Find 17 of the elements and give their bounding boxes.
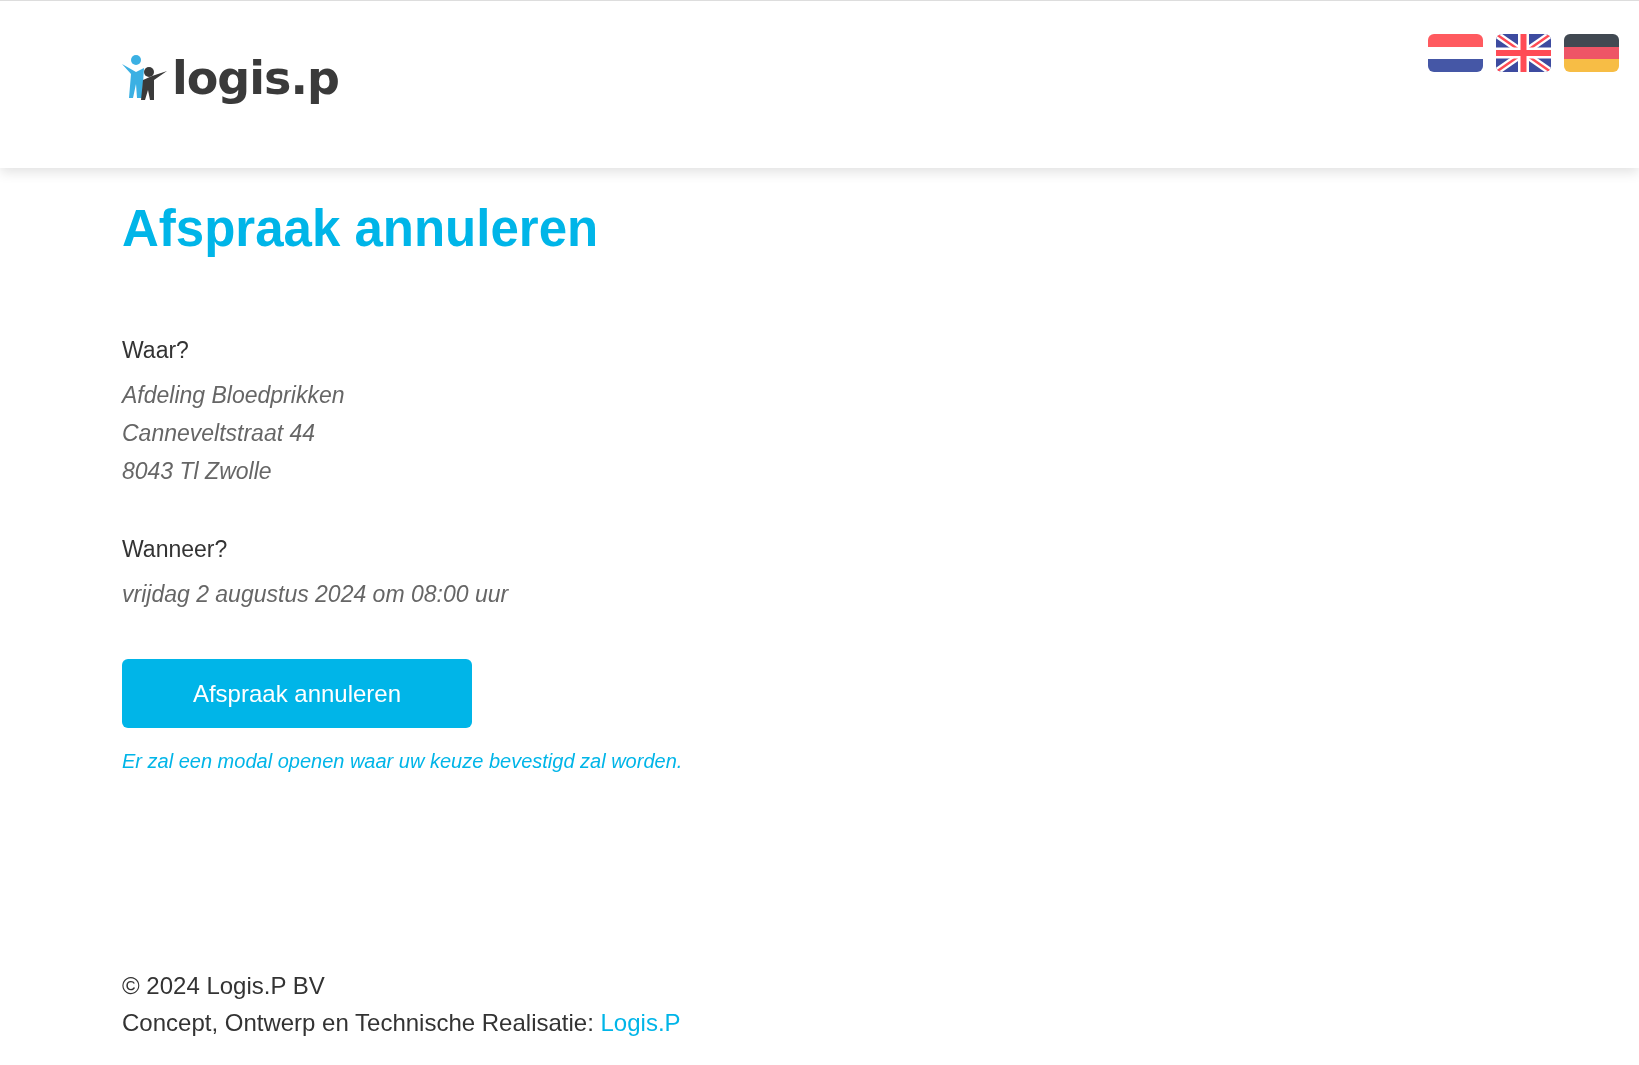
logo-figures-icon (122, 54, 168, 102)
detail-line: vrijdag 2 augustus 2024 om 08:00 uur (122, 580, 510, 610)
copyright-text: © 2024 Logis.P BV (122, 971, 326, 1001)
credit-text: Concept, Ontwerp en Technische Realisatie: (122, 1009, 594, 1036)
logo-text: logis.p (172, 51, 339, 105)
cancel-appointment-button[interactable]: Afspraak annuleren (122, 659, 472, 729)
company-link[interactable]: Logis.P (600, 1009, 681, 1036)
flag-button[interactable] (1428, 34, 1483, 72)
detail-line: Afdeling Bloedprikken (122, 381, 346, 411)
section-label: Wanneer? (122, 536, 229, 564)
flag-button[interactable] (1564, 34, 1619, 72)
page-title: Afspraak annuleren (122, 199, 600, 259)
section-label: Waar? (122, 337, 190, 365)
note-text: Er zal een modal openen waar uw keuze bevestigd zal worden. (122, 750, 684, 774)
detail-line: 8043 Tl Zwolle (122, 457, 273, 487)
detail-line: Canneveltstraat 44 (122, 419, 317, 449)
flag-button[interactable] (1496, 34, 1551, 72)
